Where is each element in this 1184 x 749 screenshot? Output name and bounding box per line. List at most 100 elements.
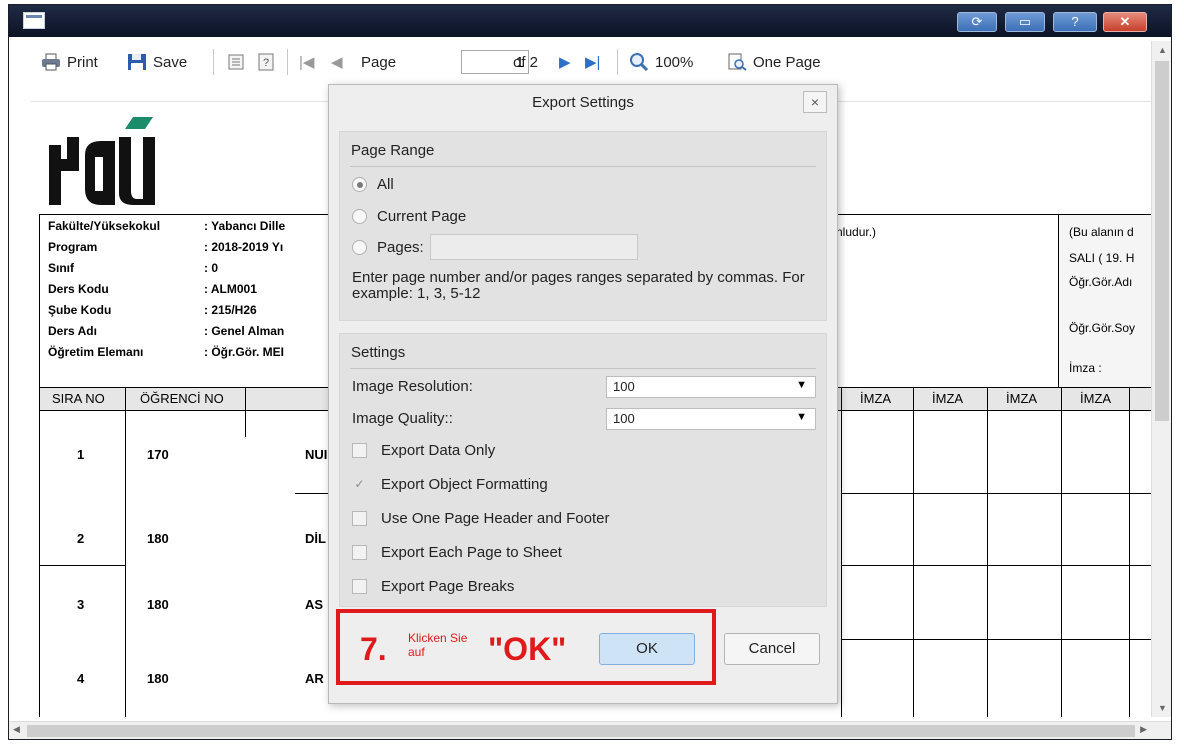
page-range-title: Page Range: [351, 142, 435, 159]
cancel-button[interactable]: Cancel: [724, 633, 820, 665]
table-column-line: [245, 387, 246, 437]
refresh-button[interactable]: ⟳: [957, 12, 997, 32]
export-object-formatting-checkbox[interactable]: ✓: [352, 477, 367, 492]
info-note: nludur.): [836, 225, 877, 239]
each-page-to-sheet-option[interactable]: Export Each Page to Sheet: [352, 544, 562, 561]
first-page-icon: |◀: [299, 54, 315, 71]
student-number: 180: [147, 531, 169, 546]
toolbar-separator: [213, 49, 214, 75]
info-value: : 215/H26: [204, 303, 257, 317]
student-number: 180: [147, 671, 169, 686]
svg-text:?: ?: [263, 57, 269, 69]
next-page-icon: ▶: [559, 54, 571, 71]
callout-text: Klicken Sie auf: [408, 631, 467, 659]
export-object-formatting-label: Export Object Formatting: [381, 476, 548, 493]
last-page-icon: ▶|: [585, 54, 601, 71]
magnifier-icon: [630, 53, 649, 71]
each-page-to-sheet-checkbox[interactable]: [352, 545, 367, 560]
save-button[interactable]: Save: [127, 51, 187, 73]
first-page-button[interactable]: |◀: [299, 51, 314, 73]
close-icon: ×: [810, 94, 820, 110]
callout-line-1: Klicken Sie: [408, 631, 468, 645]
print-button[interactable]: Print: [41, 51, 98, 73]
scrollbar-thumb[interactable]: [1155, 61, 1169, 421]
page-label-text: Page: [361, 53, 397, 71]
help-button[interactable]: ?: [1053, 12, 1097, 32]
one-page-header-footer-option[interactable]: Use One Page Header and Footer: [352, 510, 609, 527]
student-number: 170: [147, 447, 169, 462]
bookmarks-button[interactable]: [227, 51, 245, 73]
image-quality-label: Image Quality::: [352, 410, 453, 427]
minimize-button[interactable]: ▭: [1005, 12, 1045, 32]
range-all-label: All: [377, 176, 394, 193]
table-column-line: [841, 387, 842, 717]
export-data-only-label: Export Data Only: [381, 442, 496, 459]
right-note: (Bu alanın d: [1069, 225, 1134, 239]
header-imza: İMZA: [1006, 391, 1038, 406]
signature-info-panel: (Bu alanın d SALI ( 19. H Öğr.Gör.Adı Öğ…: [1058, 215, 1160, 388]
table-column-line: [987, 387, 988, 717]
student-name: NUI: [305, 447, 328, 462]
range-pages-option[interactable]: Pages:: [352, 234, 638, 260]
scroll-right-icon[interactable]: ▶: [1140, 724, 1147, 735]
radio-current-page[interactable]: [352, 209, 367, 224]
table-column-line: [1129, 387, 1130, 717]
page-range-panel: Page Range All Current Page Pages: Enter…: [339, 131, 827, 321]
info-label: Sınıf: [48, 261, 74, 275]
panel-divider: [350, 368, 816, 369]
dropdown-arrow-icon: ▼: [796, 411, 807, 423]
export-object-formatting-option[interactable]: ✓ Export Object Formatting: [352, 476, 548, 493]
scroll-down-icon[interactable]: ▼: [1158, 703, 1167, 713]
range-pages-label: Pages:: [377, 238, 424, 256]
page-count-text: of 2: [513, 53, 539, 71]
scroll-up-icon[interactable]: ▲: [1158, 45, 1167, 55]
page-breaks-option[interactable]: Export Page Breaks: [352, 578, 514, 595]
info-label: Öğretim Elemanı: [48, 345, 144, 359]
export-data-only-checkbox[interactable]: [352, 443, 367, 458]
image-quality-value: 100: [613, 411, 635, 426]
close-window-button[interactable]: ✕: [1103, 12, 1147, 32]
student-name: AS: [305, 597, 324, 612]
print-label: Print: [67, 53, 98, 71]
page-count: of 2: [513, 51, 538, 73]
row-divider: [39, 565, 125, 566]
right-note: İmza :: [1069, 361, 1102, 375]
info-label: Ders Kodu: [48, 282, 109, 296]
prev-page-button[interactable]: ◀: [331, 51, 343, 73]
row-number: 1: [77, 447, 85, 462]
zoom-button[interactable]: 100%: [629, 51, 693, 73]
export-data-only-option[interactable]: Export Data Only: [352, 442, 495, 459]
radio-pages[interactable]: [352, 239, 367, 255]
list-icon: [228, 54, 244, 70]
horizontal-scrollbar[interactable]: ◀ ▶: [9, 721, 1171, 739]
one-page-label: One Page: [753, 53, 821, 71]
last-page-button[interactable]: ▶|: [585, 51, 600, 73]
right-note: SALI ( 19. H: [1069, 251, 1135, 265]
one-page-header-footer-checkbox[interactable]: [352, 511, 367, 526]
student-number: 180: [147, 597, 169, 612]
image-quality-select[interactable]: 100 ▼: [606, 408, 816, 430]
image-resolution-select[interactable]: 100 ▼: [606, 376, 816, 398]
one-page-button[interactable]: One Page: [727, 51, 821, 73]
info-value: : Genel Alman: [204, 324, 285, 338]
range-all-option[interactable]: All: [352, 176, 394, 193]
row-number: 2: [77, 531, 85, 546]
radio-all[interactable]: [352, 177, 367, 192]
dialog-close-button[interactable]: ×: [803, 91, 827, 113]
next-page-button[interactable]: ▶: [559, 51, 571, 73]
page-breaks-checkbox[interactable]: [352, 579, 367, 594]
header-sira-no: SIRA NO: [52, 391, 105, 406]
report-toolbar: Print Save ? |◀ ◀ Page 1 of 2 ▶ ▶| 100% …: [33, 47, 1153, 77]
table-column-line: [1061, 387, 1062, 717]
save-label: Save: [153, 53, 188, 71]
pages-input[interactable]: [429, 234, 638, 260]
page-label: Page: [361, 51, 396, 73]
vertical-scrollbar[interactable]: ▲ ▼: [1151, 41, 1171, 717]
title-bar: ⟳ ▭ ? ✕: [9, 5, 1171, 37]
scroll-left-icon[interactable]: ◀: [13, 724, 20, 735]
info-value: : 2018-2019 Yı: [204, 240, 284, 254]
range-current-option[interactable]: Current Page: [352, 208, 466, 225]
scrollbar-thumb[interactable]: [27, 725, 1135, 737]
parameters-button[interactable]: ?: [257, 51, 275, 73]
table-column-line: [125, 387, 126, 717]
